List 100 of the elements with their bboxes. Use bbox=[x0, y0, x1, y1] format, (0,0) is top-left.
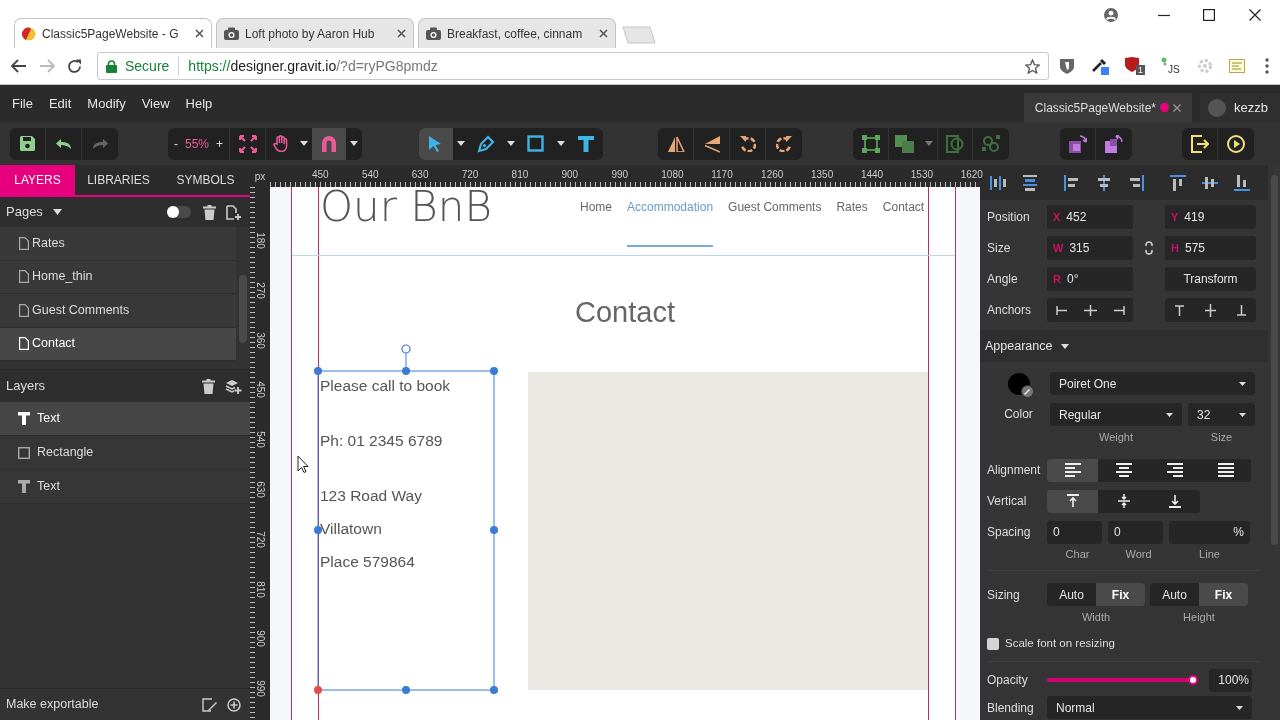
address-bar[interactable]: Secure https://designer.gravit.io/?d=ryPG8pmdz bbox=[97, 52, 1049, 80]
toggle-option[interactable]: Fix bbox=[1096, 583, 1145, 606]
menu-item[interactable]: Edit bbox=[48, 93, 72, 114]
number-field[interactable]: 0 bbox=[1108, 520, 1163, 544]
pen-icon[interactable] bbox=[477, 134, 496, 153]
trash-icon[interactable] bbox=[202, 378, 215, 394]
nav-link[interactable]: Rates bbox=[836, 200, 868, 214]
align-center-icon[interactable] bbox=[1096, 174, 1112, 191]
browser-tab[interactable]: Loft photo by Aaron Hub bbox=[216, 18, 414, 48]
close-icon[interactable] bbox=[1249, 9, 1261, 21]
rotate-left-icon[interactable] bbox=[739, 135, 756, 152]
play-icon[interactable] bbox=[1227, 134, 1246, 153]
zoom-out-button[interactable]: - bbox=[174, 134, 178, 153]
stack-icon[interactable] bbox=[895, 134, 916, 153]
export-icon[interactable] bbox=[1190, 134, 1209, 153]
section-title[interactable]: Appearance bbox=[985, 336, 1053, 356]
document-tab[interactable]: Classic5PageWebsite* bbox=[1023, 93, 1193, 122]
export-label[interactable]: Make exportable bbox=[6, 695, 99, 714]
anchor-right-icon[interactable] bbox=[1113, 305, 1125, 315]
caret-icon[interactable] bbox=[507, 141, 516, 146]
align-text-justify-icon[interactable] bbox=[1217, 463, 1234, 477]
browser-tab[interactable]: Breakfast, coffee, cinnam bbox=[418, 18, 616, 48]
blend-dropdown[interactable]: Normal bbox=[1047, 696, 1252, 719]
more-icon[interactable] bbox=[1265, 58, 1269, 74]
font-dropdown[interactable]: Poiret One bbox=[1050, 372, 1255, 395]
caret-icon[interactable] bbox=[1061, 343, 1070, 349]
align-text-center-icon[interactable] bbox=[1115, 463, 1132, 477]
anchor-top-icon[interactable] bbox=[1175, 304, 1185, 316]
panel-tab[interactable]: SYMBOLS bbox=[162, 165, 249, 195]
caret-icon[interactable] bbox=[300, 141, 309, 146]
triangle-pair-icon[interactable] bbox=[703, 134, 720, 153]
slider-thumb[interactable] bbox=[1188, 675, 1198, 685]
distribute-horizontal-icon[interactable] bbox=[990, 174, 1006, 191]
anchor-left-icon[interactable] bbox=[1055, 305, 1067, 315]
shield-icon[interactable] bbox=[1059, 57, 1075, 75]
caret-icon[interactable] bbox=[457, 141, 466, 146]
add-layer-icon[interactable] bbox=[225, 378, 242, 394]
anchor-center-icon[interactable] bbox=[1083, 304, 1097, 316]
toggle-option[interactable]: Fix bbox=[1199, 583, 1248, 606]
toggle-switch[interactable] bbox=[167, 206, 191, 218]
reload-icon[interactable] bbox=[67, 58, 82, 74]
align-right-icon[interactable] bbox=[1128, 174, 1144, 191]
toggle-option[interactable]: Auto bbox=[1150, 583, 1199, 606]
align-text-left-icon[interactable] bbox=[1064, 463, 1081, 477]
caret-icon[interactable] bbox=[52, 209, 62, 215]
number-field[interactable]: W 315 bbox=[1047, 236, 1133, 260]
trash-icon[interactable] bbox=[203, 204, 216, 220]
align-bottom-icon[interactable] bbox=[1234, 174, 1250, 191]
align-top-icon[interactable] bbox=[1170, 174, 1186, 191]
undo-icon[interactable] bbox=[55, 138, 72, 149]
align-bottom-icon[interactable] bbox=[1168, 494, 1181, 508]
panel-tab[interactable]: LAYERS bbox=[0, 165, 75, 195]
anchor-bottom-icon[interactable] bbox=[1236, 304, 1246, 316]
script-extension[interactable]: JS bbox=[1161, 57, 1181, 75]
browser-tab[interactable]: Classic5PageWebsite - G bbox=[14, 18, 212, 48]
star-icon[interactable] bbox=[1025, 58, 1040, 74]
triangle-pair-icon[interactable] bbox=[666, 135, 685, 152]
menu-item[interactable]: File bbox=[12, 93, 33, 114]
align-top-icon[interactable] bbox=[1066, 494, 1079, 508]
number-field[interactable]: X 452 bbox=[1047, 205, 1133, 229]
number-field[interactable]: 0 bbox=[1047, 520, 1102, 544]
panel-tab[interactable]: LIBRARIES bbox=[75, 165, 162, 195]
menu-item[interactable]: Help bbox=[185, 93, 213, 114]
close-icon[interactable] bbox=[397, 29, 406, 38]
zoom-level[interactable]: 55% bbox=[185, 134, 210, 153]
square-icon[interactable] bbox=[527, 134, 546, 153]
transform-button[interactable]: Transform bbox=[1165, 267, 1256, 291]
caret-icon[interactable] bbox=[350, 141, 359, 146]
maximize-icon[interactable] bbox=[1203, 9, 1215, 21]
back-icon[interactable] bbox=[11, 59, 27, 73]
profile-icon[interactable] bbox=[1104, 8, 1118, 22]
page-item[interactable]: Guest Comments bbox=[0, 294, 236, 328]
align-middle-icon[interactable] bbox=[1202, 174, 1218, 191]
nav-link[interactable]: Guest Comments bbox=[728, 200, 822, 214]
align-left-icon[interactable] bbox=[1064, 174, 1080, 191]
distribute-vertical-icon[interactable] bbox=[1022, 174, 1038, 191]
magnet-icon[interactable] bbox=[321, 135, 338, 152]
eyedropper-icon[interactable] bbox=[1020, 385, 1034, 398]
close-icon[interactable] bbox=[599, 29, 608, 38]
shield-extension[interactable]: 1 bbox=[1125, 57, 1145, 75]
send-backward-icon[interactable] bbox=[1105, 134, 1124, 153]
layer-item[interactable]: Text bbox=[0, 402, 250, 436]
weight-dropdown[interactable]: Regular bbox=[1050, 403, 1182, 426]
page-item[interactable]: Home_thin bbox=[0, 260, 236, 294]
align-text-right-icon[interactable] bbox=[1166, 463, 1183, 477]
size-dropdown[interactable]: 32 bbox=[1188, 403, 1255, 426]
group-icon[interactable] bbox=[861, 134, 880, 153]
close-icon[interactable] bbox=[195, 29, 204, 38]
zoom-in-button[interactable]: + bbox=[216, 134, 224, 153]
dropper-icon[interactable] bbox=[1091, 57, 1109, 75]
caret-icon[interactable] bbox=[557, 141, 566, 146]
save-icon[interactable] bbox=[20, 136, 35, 151]
nav-link[interactable]: Home bbox=[580, 200, 612, 214]
anchor-middle-icon[interactable] bbox=[1205, 303, 1216, 317]
opacity-field[interactable]: 100% bbox=[1209, 668, 1252, 692]
number-field[interactable]: H 575 bbox=[1165, 236, 1256, 260]
page-item[interactable]: Rates bbox=[0, 227, 236, 261]
add-page-icon[interactable] bbox=[226, 204, 241, 220]
toggle-option[interactable]: Auto bbox=[1047, 583, 1096, 606]
checkbox[interactable] bbox=[987, 637, 999, 650]
